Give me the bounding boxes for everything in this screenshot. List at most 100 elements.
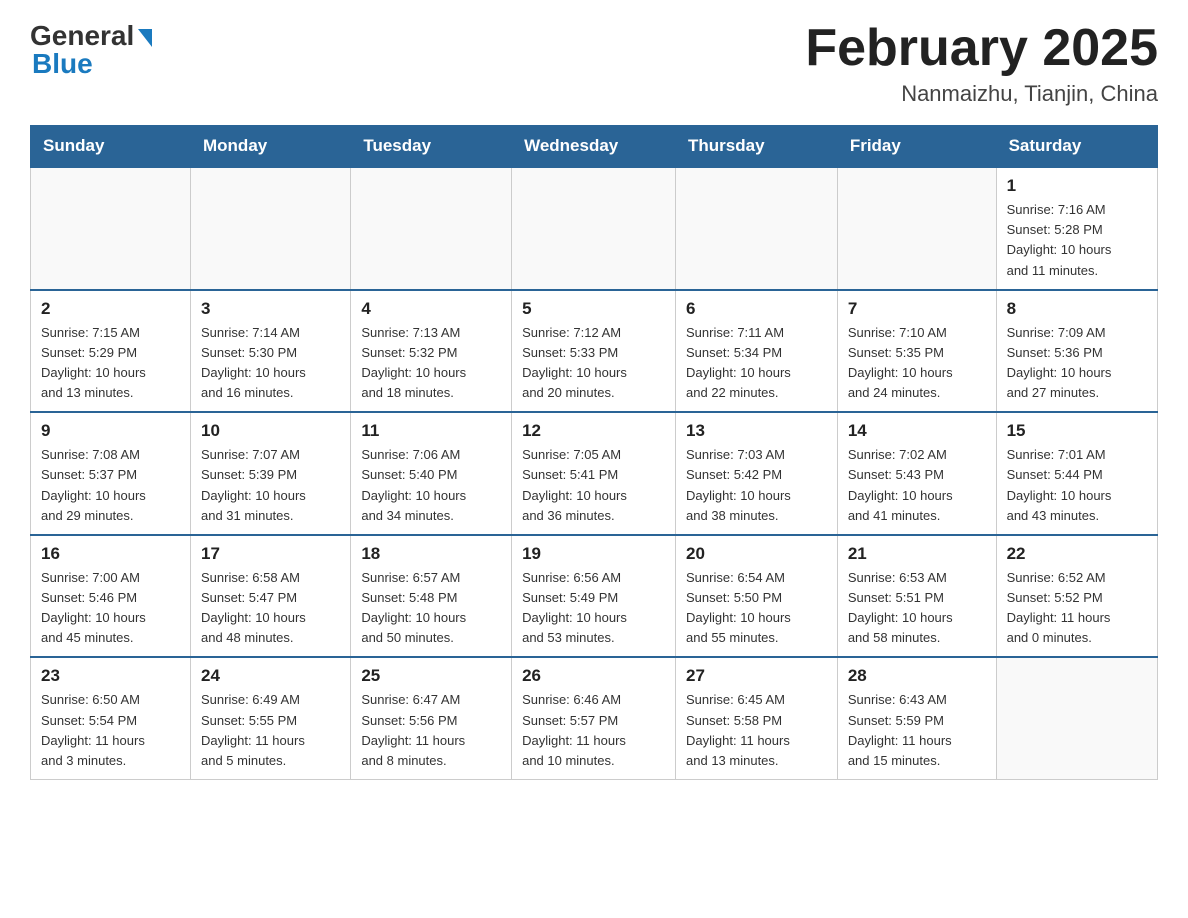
calendar-cell: 21 Sunrise: 6:53 AM Sunset: 5:51 PM Dayli… [837,535,996,658]
day-info: Sunrise: 7:09 AM Sunset: 5:36 PM Dayligh… [1007,323,1147,404]
day-number: 5 [522,299,665,319]
calendar-cell: 12 Sunrise: 7:05 AM Sunset: 5:41 PM Dayli… [512,412,676,535]
calendar-cell: 15Sunrise: 7:01 AM Sunset: 5:44 PM Dayli… [996,412,1157,535]
calendar-cell: 5 Sunrise: 7:12 AM Sunset: 5:33 PM Daylig… [512,290,676,413]
calendar-cell: 24Sunrise: 6:49 AM Sunset: 5:55 PM Dayli… [191,657,351,779]
week-row-3: 9 Sunrise: 7:08 AM Sunset: 5:37 PM Daylig… [31,412,1158,535]
day-info: Sunrise: 6:58 AM Sunset: 5:47 PM Dayligh… [201,568,340,649]
day-number: 7 [848,299,986,319]
calendar-title: February 2025 [805,20,1158,77]
header-row: SundayMondayTuesdayWednesdayThursdayFrid… [31,126,1158,168]
day-number: 19 [522,544,665,564]
calendar-cell: 2 Sunrise: 7:15 AM Sunset: 5:29 PM Daylig… [31,290,191,413]
logo: General Blue [30,20,152,80]
day-info: Sunrise: 6:47 AM Sunset: 5:56 PM Dayligh… [361,690,501,771]
day-number: 24 [201,666,340,686]
day-info: Sunrise: 7:12 AM Sunset: 5:33 PM Dayligh… [522,323,665,404]
day-info: Sunrise: 7:07 AM Sunset: 5:39 PM Dayligh… [201,445,340,526]
header-day-tuesday: Tuesday [351,126,512,168]
header-day-thursday: Thursday [676,126,838,168]
week-row-1: 1 Sunrise: 7:16 AM Sunset: 5:28 PM Daylig… [31,167,1158,290]
day-info: Sunrise: 7:14 AM Sunset: 5:30 PM Dayligh… [201,323,340,404]
calendar-cell: 11Sunrise: 7:06 AM Sunset: 5:40 PM Dayli… [351,412,512,535]
calendar-cell: 14Sunrise: 7:02 AM Sunset: 5:43 PM Dayli… [837,412,996,535]
day-number: 17 [201,544,340,564]
calendar-cell: 4Sunrise: 7:13 AM Sunset: 5:32 PM Daylig… [351,290,512,413]
calendar-cell: 3 Sunrise: 7:14 AM Sunset: 5:30 PM Daylig… [191,290,351,413]
day-info: Sunrise: 7:10 AM Sunset: 5:35 PM Dayligh… [848,323,986,404]
day-number: 21 [848,544,986,564]
day-info: Sunrise: 6:50 AM Sunset: 5:54 PM Dayligh… [41,690,180,771]
calendar-cell: 8 Sunrise: 7:09 AM Sunset: 5:36 PM Daylig… [996,290,1157,413]
day-info: Sunrise: 6:56 AM Sunset: 5:49 PM Dayligh… [522,568,665,649]
day-number: 9 [41,421,180,441]
day-info: Sunrise: 7:08 AM Sunset: 5:37 PM Dayligh… [41,445,180,526]
day-info: Sunrise: 7:15 AM Sunset: 5:29 PM Dayligh… [41,323,180,404]
day-number: 12 [522,421,665,441]
day-info: Sunrise: 6:45 AM Sunset: 5:58 PM Dayligh… [686,690,827,771]
calendar-cell: 27 Sunrise: 6:45 AM Sunset: 5:58 PM Dayli… [676,657,838,779]
header-day-monday: Monday [191,126,351,168]
page-header: General Blue February 2025 Nanmaizhu, Ti… [30,20,1158,107]
day-number: 1 [1007,176,1147,196]
day-info: Sunrise: 7:11 AM Sunset: 5:34 PM Dayligh… [686,323,827,404]
day-number: 23 [41,666,180,686]
week-row-4: 16 Sunrise: 7:00 AM Sunset: 5:46 PM Dayli… [31,535,1158,658]
day-info: Sunrise: 6:46 AM Sunset: 5:57 PM Dayligh… [522,690,665,771]
header-day-sunday: Sunday [31,126,191,168]
day-info: Sunrise: 6:57 AM Sunset: 5:48 PM Dayligh… [361,568,501,649]
calendar-cell: 10 Sunrise: 7:07 AM Sunset: 5:39 PM Dayli… [191,412,351,535]
day-info: Sunrise: 7:06 AM Sunset: 5:40 PM Dayligh… [361,445,501,526]
calendar-cell [512,167,676,290]
header-day-wednesday: Wednesday [512,126,676,168]
week-row-2: 2 Sunrise: 7:15 AM Sunset: 5:29 PM Daylig… [31,290,1158,413]
day-info: Sunrise: 6:54 AM Sunset: 5:50 PM Dayligh… [686,568,827,649]
calendar-cell: 22Sunrise: 6:52 AM Sunset: 5:52 PM Dayli… [996,535,1157,658]
day-number: 18 [361,544,501,564]
day-number: 8 [1007,299,1147,319]
day-info: Sunrise: 6:53 AM Sunset: 5:51 PM Dayligh… [848,568,986,649]
calendar-cell [837,167,996,290]
header-day-saturday: Saturday [996,126,1157,168]
day-number: 4 [361,299,501,319]
day-number: 25 [361,666,501,686]
header-day-friday: Friday [837,126,996,168]
week-row-5: 23 Sunrise: 6:50 AM Sunset: 5:54 PM Dayli… [31,657,1158,779]
day-number: 10 [201,421,340,441]
day-number: 26 [522,666,665,686]
calendar-cell [996,657,1157,779]
calendar-cell [191,167,351,290]
day-info: Sunrise: 7:16 AM Sunset: 5:28 PM Dayligh… [1007,200,1147,281]
calendar-cell: 17 Sunrise: 6:58 AM Sunset: 5:47 PM Dayli… [191,535,351,658]
calendar-cell [351,167,512,290]
day-info: Sunrise: 6:52 AM Sunset: 5:52 PM Dayligh… [1007,568,1147,649]
calendar-cell: 26 Sunrise: 6:46 AM Sunset: 5:57 PM Dayli… [512,657,676,779]
day-info: Sunrise: 7:05 AM Sunset: 5:41 PM Dayligh… [522,445,665,526]
logo-arrow-icon [138,29,152,47]
day-info: Sunrise: 7:01 AM Sunset: 5:44 PM Dayligh… [1007,445,1147,526]
calendar-cell: 25 Sunrise: 6:47 AM Sunset: 5:56 PM Dayli… [351,657,512,779]
calendar-table: SundayMondayTuesdayWednesdayThursdayFrid… [30,125,1158,780]
day-number: 13 [686,421,827,441]
calendar-cell: 7 Sunrise: 7:10 AM Sunset: 5:35 PM Daylig… [837,290,996,413]
day-number: 27 [686,666,827,686]
day-number: 20 [686,544,827,564]
logo-blue-text: Blue [32,48,93,80]
calendar-cell: 16 Sunrise: 7:00 AM Sunset: 5:46 PM Dayli… [31,535,191,658]
calendar-subtitle: Nanmaizhu, Tianjin, China [805,81,1158,107]
day-info: Sunrise: 7:03 AM Sunset: 5:42 PM Dayligh… [686,445,827,526]
day-info: Sunrise: 7:00 AM Sunset: 5:46 PM Dayligh… [41,568,180,649]
calendar-cell [31,167,191,290]
day-info: Sunrise: 6:43 AM Sunset: 5:59 PM Dayligh… [848,690,986,771]
calendar-cell: 18 Sunrise: 6:57 AM Sunset: 5:48 PM Dayli… [351,535,512,658]
day-number: 6 [686,299,827,319]
day-number: 3 [201,299,340,319]
day-number: 16 [41,544,180,564]
calendar-cell: 13 Sunrise: 7:03 AM Sunset: 5:42 PM Dayli… [676,412,838,535]
day-number: 28 [848,666,986,686]
calendar-cell: 19 Sunrise: 6:56 AM Sunset: 5:49 PM Dayli… [512,535,676,658]
calendar-cell: 1 Sunrise: 7:16 AM Sunset: 5:28 PM Daylig… [996,167,1157,290]
day-number: 2 [41,299,180,319]
calendar-cell: 9 Sunrise: 7:08 AM Sunset: 5:37 PM Daylig… [31,412,191,535]
calendar-cell: 20 Sunrise: 6:54 AM Sunset: 5:50 PM Dayli… [676,535,838,658]
